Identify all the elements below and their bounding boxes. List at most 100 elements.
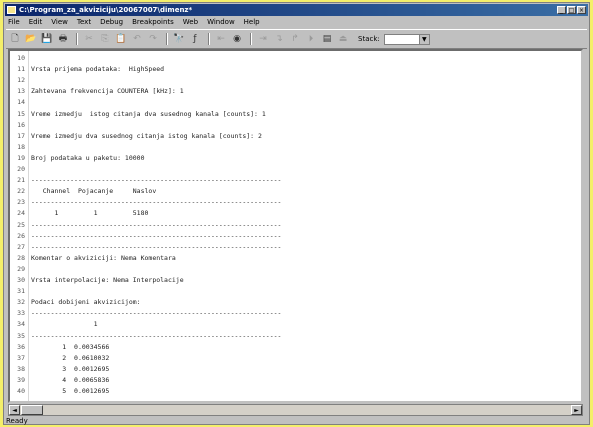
menu-item-debug[interactable]: Debug — [100, 18, 123, 26]
line-number: 30 — [17, 276, 25, 284]
code-line: 38 3 0.0012695 — [10, 365, 580, 374]
step-in-icon[interactable]: ↴ — [272, 33, 286, 46]
line-number: 20 — [17, 165, 25, 173]
cut-icon[interactable]: ✂ — [82, 33, 96, 46]
line-text: ----------------------------------------… — [31, 331, 282, 340]
line-number: 39 — [17, 375, 25, 384]
line-text: ----------------------------------------… — [31, 220, 282, 229]
menu-item-help[interactable]: Help — [244, 18, 260, 26]
stack-icon[interactable]: ▤ — [320, 33, 334, 46]
new-file-icon[interactable]: 🗋 — [8, 33, 22, 46]
code-line: 17 Vreme izmedju dva susednog citanja ist… — [10, 132, 580, 141]
text-editor[interactable]: 10 11 Vrsta prijema podataka: HighSpeed 12 1… — [8, 49, 583, 403]
line-text: 4 0.0065836 — [31, 375, 110, 384]
code-line: 16 — [10, 121, 580, 130]
menu-item-web[interactable]: Web — [183, 18, 198, 26]
line-number: 35 — [17, 331, 25, 340]
step-out-icon[interactable]: ↱ — [288, 33, 302, 46]
paste-icon[interactable]: 📋 — [114, 33, 128, 46]
status-text: Ready — [6, 417, 28, 425]
line-text: Podaci dobijeni akvizicijom: — [31, 298, 141, 307]
menu-bar: File Edit View Text Debug Breakpoints Web Windo… — [6, 17, 587, 27]
maximize-button[interactable]: □ — [567, 6, 576, 14]
toolbar-separator — [76, 33, 78, 45]
code-line: 20 — [10, 165, 580, 174]
line-text: ----------------------------------------… — [31, 242, 282, 251]
code-line: 15 Vreme izmedju istog citanja dva susedn… — [10, 110, 580, 119]
line-number: 24 — [17, 209, 25, 218]
step-icon[interactable]: ⇥ — [256, 33, 270, 46]
stack-select[interactable]: ▼ — [383, 33, 430, 45]
line-number: 29 — [17, 264, 25, 273]
scroll-thumb[interactable] — [21, 405, 43, 415]
menu-item-breakpoints[interactable]: Breakpoints — [132, 18, 174, 26]
status-bar: Ready — [6, 417, 587, 425]
close-button[interactable]: × — [577, 6, 586, 14]
open-folder-icon[interactable]: 📂 — [24, 33, 38, 46]
copy-icon[interactable]: ⎘ — [98, 33, 112, 46]
line-text: Broj podataka u paketu: 10000 — [31, 153, 145, 162]
redo-icon[interactable]: ↷ — [146, 33, 160, 46]
line-text: 1 — [31, 320, 98, 329]
line-number: 40 — [17, 387, 25, 395]
minimize-button[interactable]: _ — [557, 6, 566, 14]
function-icon[interactable]: ƒ — [188, 33, 202, 46]
line-number: 37 — [17, 353, 25, 362]
code-line: 26 --------------------------------------… — [10, 232, 580, 241]
line-number: 31 — [17, 287, 25, 296]
stack-label: Stack: — [358, 35, 380, 43]
code-line: 23 --------------------------------------… — [10, 198, 580, 207]
line-number: 17 — [17, 131, 25, 140]
continue-icon[interactable]: ⏵ — [304, 33, 318, 46]
editor-window: C:\Program_za_akviziciju\20067007\dimenz… — [3, 2, 590, 425]
title-bar[interactable]: C:\Program_za_akviziciju\20067007\dimenz… — [5, 4, 588, 16]
line-number: 14 — [17, 98, 25, 107]
code-line: 31 — [10, 287, 580, 296]
line-number: 26 — [17, 231, 25, 240]
code-line: 40 5 0.0012695 — [10, 387, 580, 396]
line-text: Vrsta prijema podataka: HighSpeed — [31, 65, 165, 74]
menu-item-view[interactable]: View — [51, 18, 68, 26]
line-number: 13 — [17, 87, 25, 96]
line-text: Vreme izmedju istog citanja dva susednog… — [31, 109, 266, 118]
line-number: 38 — [17, 364, 25, 373]
scroll-right-button[interactable]: ► — [571, 405, 582, 415]
line-number: 18 — [17, 142, 25, 151]
line-number: 22 — [17, 187, 25, 196]
horizontal-scrollbar[interactable]: ◄ ► — [8, 404, 583, 416]
undo-icon[interactable]: ↶ — [130, 33, 144, 46]
line-text: ----------------------------------------… — [31, 231, 282, 240]
code-line: 28 Komentar o akviziciji: Nema Komentara — [10, 254, 580, 263]
line-text: ----------------------------------------… — [31, 198, 282, 207]
menu-item-window[interactable]: Window — [207, 18, 235, 26]
line-number: 12 — [17, 76, 25, 85]
toolbar: 🗋 📂 💾 🖶 ✂ ⎘ 📋 ↶ ↷ 🔭 ƒ ⇤ ◉ ⇥ ↴ ↱ ⏵ ▤ ⏏ Stack: ▼ — [6, 29, 587, 49]
menu-item-text[interactable]: Text — [77, 18, 91, 26]
line-number: 34 — [17, 320, 25, 329]
back-icon[interactable]: ⇤ — [214, 33, 228, 46]
line-text: 1 0.0034566 — [31, 342, 110, 351]
scroll-left-button[interactable]: ◄ — [9, 405, 20, 415]
chevron-down-icon[interactable]: ▼ — [418, 34, 429, 44]
line-text: 1 1 5180 — [31, 209, 149, 218]
code-line: 11 Vrsta prijema podataka: HighSpeed — [10, 65, 580, 74]
menu-item-file[interactable]: File — [8, 18, 20, 26]
line-number: 11 — [17, 65, 25, 74]
find-icon[interactable]: 🔭 — [172, 33, 186, 46]
breakpoint-icon[interactable]: ◉ — [230, 33, 244, 46]
code-line: 21 --------------------------------------… — [10, 176, 580, 185]
exit-debug-icon[interactable]: ⏏ — [336, 33, 350, 46]
code-line: 13 Zahtevana frekvencija COUNTERA [kHz]: … — [10, 87, 580, 96]
window-title: C:\Program_za_akviziciju\20067007\dimenz… — [19, 6, 193, 14]
line-text: ----------------------------------------… — [31, 309, 282, 318]
save-icon[interactable]: 💾 — [40, 33, 54, 46]
line-text: Vrsta interpolacije: Nema Interpolacije — [31, 276, 184, 284]
menu-item-edit[interactable]: Edit — [29, 18, 43, 26]
line-text: ----------------------------------------… — [31, 176, 282, 185]
print-icon[interactable]: 🖶 — [56, 33, 70, 46]
code-line: 24 1 1 5180 — [10, 209, 580, 218]
code-line: 35 --------------------------------------… — [10, 332, 580, 341]
code-line: 18 — [10, 143, 580, 152]
line-number: 19 — [17, 153, 25, 162]
line-text: Vreme izmedju dva susednog citanja istog… — [31, 131, 262, 140]
